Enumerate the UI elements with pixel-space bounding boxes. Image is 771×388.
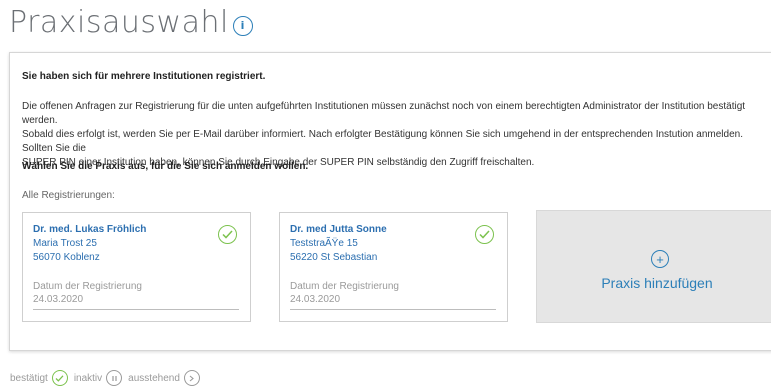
info-paragraph-line: Sobald dies erfolgt ist, werden Sie per … — [22, 129, 743, 154]
divider — [290, 309, 496, 310]
legend-confirmed: bestätigt — [10, 370, 68, 386]
info-paragraph: Die offenen Anfragen zur Registrierung f… — [22, 100, 762, 170]
practice-street: Maria Trost 25 — [33, 238, 97, 249]
info-paragraph-line: Die offenen Anfragen zur Registrierung f… — [22, 101, 746, 126]
check-circle-icon — [51, 370, 68, 386]
legend-confirmed-label: bestätigt — [10, 372, 48, 384]
all-registrations-label: Alle Registrierungen: — [22, 190, 115, 201]
plus-circle-icon: + — [651, 250, 669, 268]
registration-date-label: Datum der Registrierung — [33, 281, 142, 292]
legend-inactive-label: inaktiv — [73, 372, 103, 384]
registration-date-label: Datum der Registrierung — [290, 281, 399, 292]
practice-card[interactable]: Dr. med. Lukas Fröhlich Maria Trost 25 5… — [22, 212, 251, 322]
registration-date: 24.03.2020 — [290, 294, 341, 305]
info-icon[interactable]: i — [232, 15, 253, 36]
registration-panel: Sie haben sich für mehrere Institutionen… — [9, 52, 771, 351]
play-circle-icon — [183, 370, 200, 386]
choose-practice-heading: Wählen Sie die Praxis aus, für die Sie s… — [22, 161, 309, 172]
legend-pending-label: ausstehend — [128, 372, 180, 384]
add-practice-label: Praxis hinzufügen — [601, 275, 713, 291]
practice-name: Dr. med. Lukas Fröhlich — [33, 224, 147, 235]
page-title: Praxisauswahl i — [9, 5, 253, 40]
practice-city: 56220 St Sebastian — [290, 252, 378, 263]
status-legend: bestätigt inaktiv ausstehend — [10, 370, 206, 386]
registration-date: 24.03.2020 — [33, 294, 84, 305]
practice-card[interactable]: Dr. med Jutta Sonne TeststraÃŸe 15 56220… — [279, 212, 508, 322]
check-circle-icon — [218, 225, 237, 244]
practice-city: 56070 Koblenz — [33, 252, 100, 263]
practice-name: Dr. med Jutta Sonne — [290, 224, 387, 235]
registered-heading: Sie haben sich für mehrere Institutionen… — [22, 71, 266, 82]
check-circle-icon — [475, 225, 494, 244]
pause-circle-icon — [106, 370, 123, 386]
page-title-text: Praxisauswahl — [9, 5, 229, 40]
practice-street: TeststraÃŸe 15 — [290, 238, 358, 249]
add-practice-button[interactable]: + Praxis hinzufügen — [536, 210, 771, 323]
divider — [33, 309, 239, 310]
legend-pending: ausstehend — [128, 370, 200, 386]
legend-inactive: inaktiv — [73, 370, 123, 386]
